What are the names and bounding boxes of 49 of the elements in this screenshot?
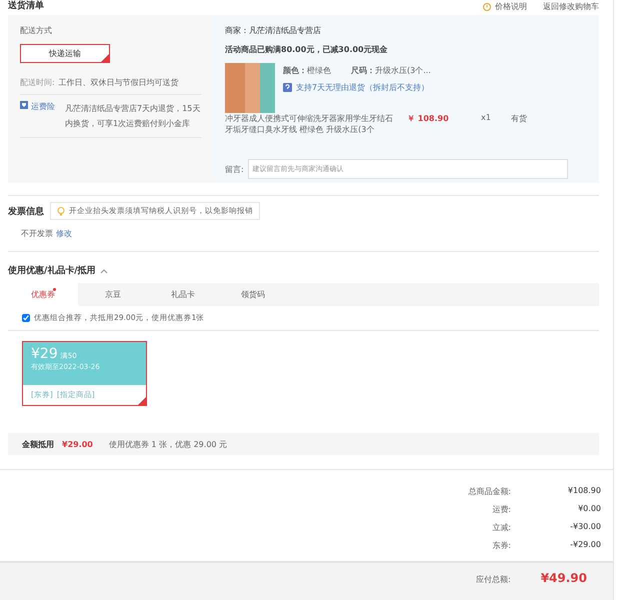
combo-checkbox[interactable]	[22, 314, 30, 322]
time-label: 配送时间:	[20, 77, 55, 88]
lightbulb-icon	[57, 206, 65, 216]
payable-label: 应付总额:	[476, 574, 511, 585]
product-price: ￥ 108.90	[407, 113, 450, 124]
chevron-up-icon[interactable]	[100, 268, 108, 274]
total-label: 总商品金额:	[467, 486, 511, 497]
insurance-text: 凡茫清洁纸品专营店7天内退货，15天内换货，可享1次运费赔付到小金库	[65, 103, 201, 130]
total-label: 立减:	[491, 522, 511, 533]
edit-invoice-link[interactable]: 修改	[56, 228, 72, 239]
time-value: 工作日、双休日与节假日均可送货	[58, 77, 179, 88]
question-icon	[283, 83, 292, 92]
total-value: ¥0.00	[577, 504, 601, 515]
insurance-badge: 运费险	[20, 101, 55, 131]
return-policy: 支持7天无理由退货（拆封后不支持）	[296, 82, 430, 93]
shipping-label: 配送方式	[20, 25, 53, 36]
discount-tab[interactable]: 优惠券	[8, 283, 78, 306]
total-value: -¥30.00	[569, 522, 601, 533]
selected-corner-icon	[101, 54, 109, 62]
total-label: 运费:	[491, 504, 511, 515]
color-attribute: 颜色：橙绿色	[283, 65, 331, 76]
section-title: 送货清单	[8, 0, 44, 12]
discount-title: 使用优惠/礼品卡/抵用	[8, 264, 96, 277]
payable-amount: ¥49.90	[540, 571, 587, 585]
promo-text: 活动商品已购满80.00元，已减30.00元现金	[225, 44, 389, 55]
total-label: 东券:	[491, 540, 511, 551]
product-photo-placeholder	[225, 63, 275, 113]
summary-label: 金额抵用	[22, 438, 54, 450]
product-name: 冲牙器成人便携式可伸缩洗牙器家用学生牙结石牙垢牙缝口臭水牙线 橙绿色 升级水压(3个	[225, 113, 394, 135]
shop-name: 商家：凡茫清洁纸品专营店	[225, 25, 322, 36]
invoice-title: 发票信息	[8, 206, 44, 218]
product-quantity: x1	[481, 113, 492, 122]
discount-tab[interactable]: 领货码	[218, 283, 288, 306]
note-label: 留言:	[225, 164, 244, 174]
summary-amount: ¥29.00	[62, 440, 93, 448]
price-note-link[interactable]: 价格说明	[483, 1, 527, 12]
invoice-value: 不开发票	[21, 228, 53, 239]
total-value: ¥108.90	[566, 486, 601, 497]
coupon-amount: ¥29	[31, 346, 58, 362]
discount-tab[interactable]: 礼品卡	[148, 283, 218, 306]
selected-corner-icon	[138, 397, 146, 405]
total-value: -¥29.00	[569, 540, 601, 551]
stock-status: 有货	[511, 113, 527, 124]
size-attribute: 尺码：升级水压(3个...	[351, 65, 431, 76]
discount-tab[interactable]: 京豆	[78, 283, 148, 306]
shipping-method-option[interactable]: 快递运输	[20, 44, 110, 63]
info-icon	[483, 2, 491, 10]
summary-text: 使用优惠券 1 张，优惠 29.00 元	[108, 438, 228, 450]
back-to-cart-link[interactable]: 返回修改购物车	[543, 1, 599, 12]
